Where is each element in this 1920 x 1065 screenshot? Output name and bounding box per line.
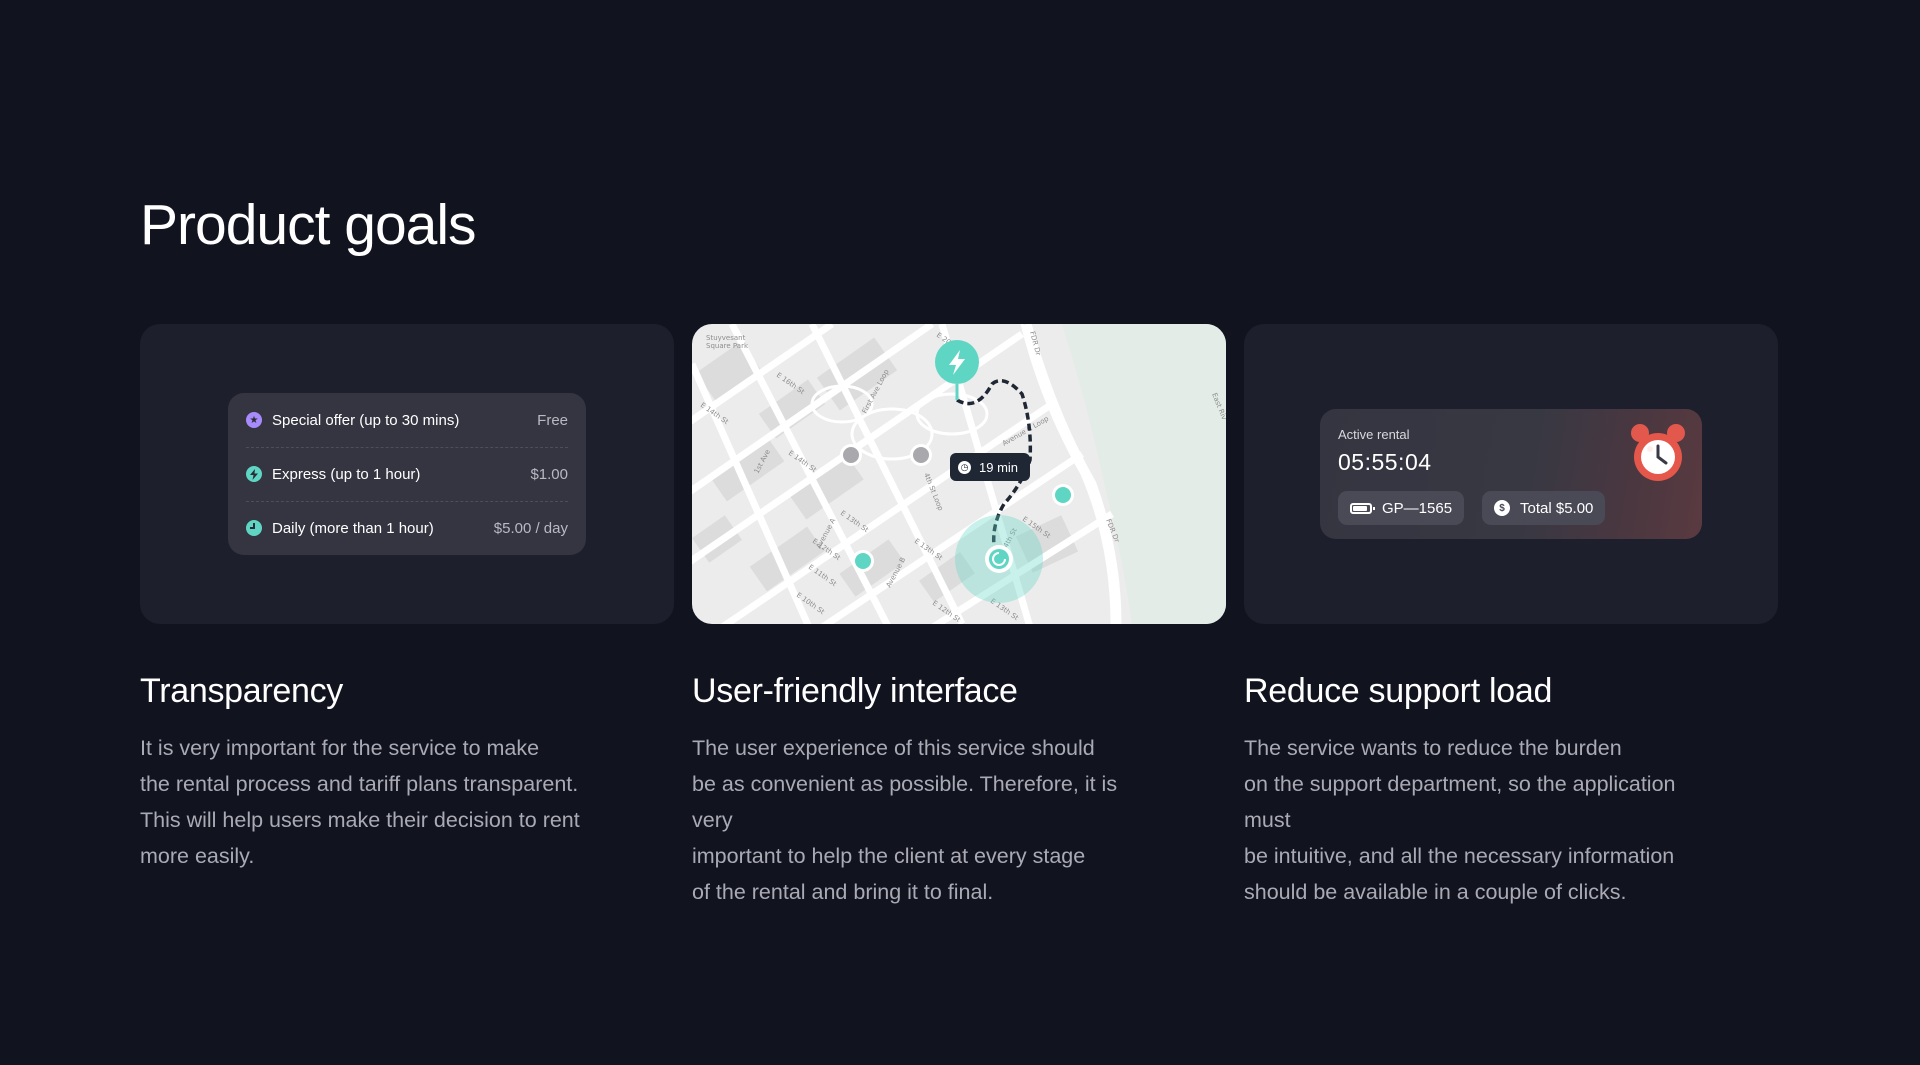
- rental-caption: Active rental: [1338, 427, 1410, 442]
- tariff-label: Daily (more than 1 hour): [272, 519, 434, 537]
- tariff-row-special-offer[interactable]: ★ Special offer (up to 30 mins) Free: [246, 393, 568, 447]
- eta-badge: ◷ 19 min: [950, 453, 1030, 481]
- column-body-user-friendly: The user experience of this service shou…: [692, 736, 1118, 904]
- svg-text:E 11th St: E 11th St: [807, 563, 838, 588]
- tariff-label: Special offer (up to 30 mins): [272, 411, 460, 429]
- svg-text:Square Park: Square Park: [706, 342, 749, 350]
- column-body-transparency: It is very important for the service to …: [140, 736, 580, 868]
- column-heading-transparency: Transparency: [140, 672, 344, 710]
- column-heading-user-friendly: User-friendly interface: [692, 672, 1018, 710]
- active-rental-panel[interactable]: Active rental 05:55:04 GP—1565 $ Total $…: [1320, 409, 1702, 539]
- tariff-list: ★ Special offer (up to 30 mins) Free Exp…: [228, 393, 586, 555]
- column-heading-support: Reduce support load: [1244, 672, 1553, 710]
- map-card: Stuyvesant Square Park E 16th St E 14th …: [692, 324, 1226, 624]
- eta-text: 19 min: [979, 459, 1019, 475]
- tariffs-card: ★ Special offer (up to 30 mins) Free Exp…: [140, 324, 674, 624]
- star-icon: ★: [246, 412, 262, 428]
- rental-timer: 05:55:04: [1338, 449, 1432, 475]
- total-chip[interactable]: $ Total $5.00: [1482, 491, 1606, 525]
- lightning-icon: [246, 466, 262, 482]
- route-map[interactable]: Stuyvesant Square Park E 16th St E 14th …: [692, 324, 1226, 624]
- clock-icon: ◷: [958, 460, 971, 474]
- page-title: Product goals: [140, 193, 477, 257]
- dollar-icon: $: [1494, 500, 1510, 516]
- battery-icon: [1350, 502, 1375, 514]
- column-body-support: The service wants to reduce the burden o…: [1244, 736, 1676, 904]
- tariff-price: Free: [537, 411, 568, 429]
- vehicle-chip[interactable]: GP—1565: [1338, 491, 1465, 525]
- svg-text:E 13th St: E 13th St: [839, 509, 870, 534]
- svg-text:Stuyvesant: Stuyvesant: [706, 334, 746, 342]
- vehicle-id: GP—1565: [1382, 499, 1453, 517]
- total-amount: Total $5.00: [1520, 499, 1594, 517]
- tariff-price: $5.00 / day: [493, 519, 568, 537]
- tariff-row-daily[interactable]: Daily (more than 1 hour) $5.00 / day: [246, 501, 568, 555]
- tariff-label: Express (up to 1 hour): [272, 465, 421, 483]
- tariff-price: $1.00: [530, 465, 568, 483]
- clock-icon: [246, 520, 262, 536]
- tariff-row-express[interactable]: Express (up to 1 hour) $1.00: [246, 447, 568, 501]
- rental-card: Active rental 05:55:04 GP—1565 $ Total $…: [1244, 324, 1778, 624]
- alarm-clock-icon: [1631, 424, 1685, 481]
